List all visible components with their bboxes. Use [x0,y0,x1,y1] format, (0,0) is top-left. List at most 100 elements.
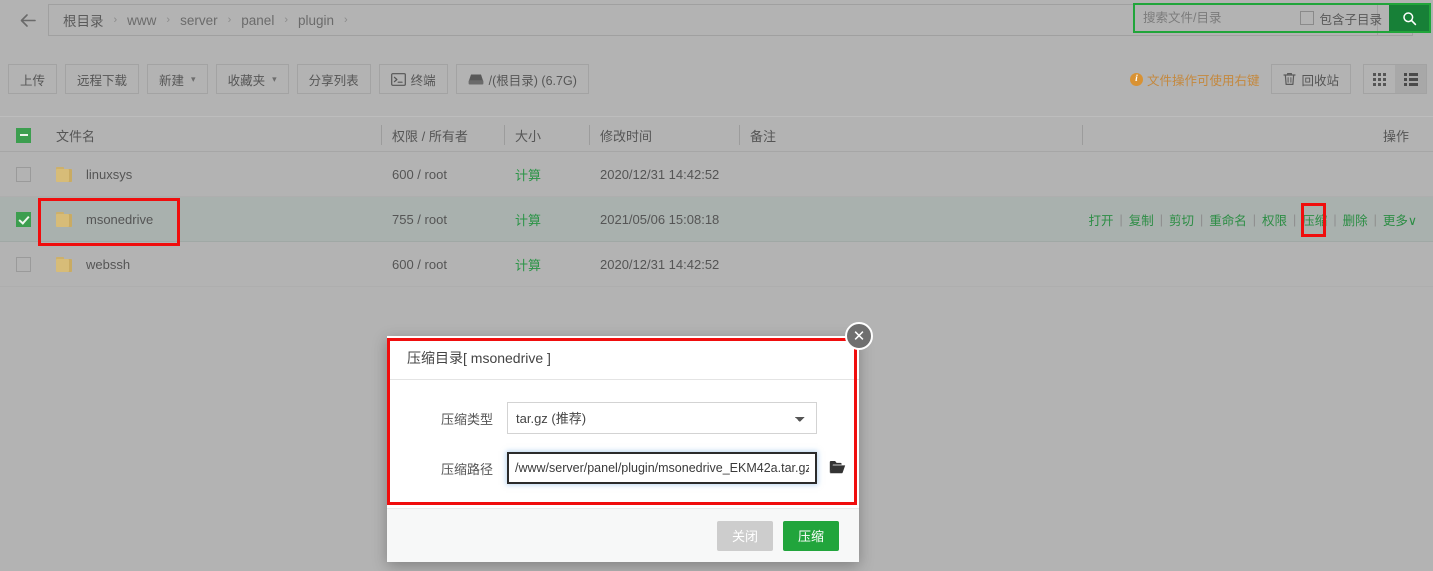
trash-icon [1283,73,1297,85]
favorites-label: 收藏夹 [227,73,266,88]
row-file-name[interactable]: msonedrive [86,197,153,242]
compress-type-select[interactable]: tar.gz (推荐) [507,402,817,434]
row-permission: 755 / root [392,212,447,227]
compress-submit-button[interactable]: 压缩 [783,520,839,551]
search-input[interactable] [1135,5,1299,31]
select-all-checkbox[interactable] [16,127,31,143]
row-checkbox-wrap [16,197,31,242]
column-header-ops: 操作 [1382,128,1409,144]
folder-open-icon[interactable] [829,460,846,477]
row-checkbox-wrap [16,152,31,197]
new-label: 新建 [159,73,185,88]
row-size-calc-link[interactable]: 计算 [515,152,541,197]
chevron-down-icon: ▾ [191,73,196,84]
compress-path-input[interactable] [507,452,817,484]
row-checkbox[interactable] [16,257,31,272]
column-divider [1082,125,1083,145]
include-subdir-toggle[interactable]: 包含子目录 [1298,5,1389,31]
breadcrumb-separator: › [227,14,232,26]
table-row[interactable]: linuxsys 600 / root 计算 2020/12/31 14:42:… [0,152,1433,197]
breadcrumb-item-1[interactable]: www [127,13,156,28]
compress-path-row: 压缩路径 [387,452,859,484]
list-view-icon[interactable] [1395,65,1426,93]
disk-usage-button[interactable]: /(根目录) (6.7G) [455,64,589,94]
row-checkbox[interactable] [16,212,31,227]
table-row[interactable]: webssh 600 / root 计算 2020/12/31 14:42:52 [0,242,1433,287]
favorites-button[interactable]: 收藏夹 ▾ [215,64,289,94]
column-header-size[interactable]: 大小 [515,117,541,153]
row-folder-icon-wrap [56,197,76,242]
row-checkbox[interactable] [16,167,31,182]
row-action-open[interactable]: 打开 [1082,210,1119,229]
back-icon[interactable] [8,4,48,36]
terminal-button[interactable]: 终端 [378,64,448,94]
row-action-more-label: 更多 [1382,214,1408,228]
row-mtime: 2021/05/06 15:08:18 [600,212,720,227]
new-button[interactable]: 新建 ▾ [147,64,208,94]
breadcrumb-separator: › [344,14,348,26]
row-action-more[interactable]: 更多∨ [1377,210,1423,229]
row-action-delete[interactable]: 删除 [1337,210,1374,229]
share-list-button[interactable]: 分享列表 [296,64,371,94]
row-checkbox-wrap [16,242,31,287]
row-action-rename[interactable]: 重命名 [1203,210,1253,229]
terminal-icon [390,72,406,86]
row-action-copy[interactable]: 复制 [1123,210,1160,229]
compress-path-label: 压缩路径 [440,461,493,477]
dialog-footer: 关闭 压缩 [387,508,859,562]
column-header-note[interactable]: 备注 [750,117,776,153]
row-action-permission[interactable]: 权限 [1256,210,1293,229]
folder-icon [56,211,76,228]
folder-icon [56,166,76,183]
folder-icon [56,256,76,273]
row-action-cut[interactable]: 剪切 [1163,210,1200,229]
compress-dialog: ✕ 压缩目录[ msonedrive ] 压缩类型 tar.gz (推荐) 压缩… [387,322,873,562]
breadcrumb-item-2[interactable]: server [180,13,218,28]
column-divider [739,125,740,145]
compress-type-label: 压缩类型 [440,411,493,427]
row-action-links: 打开 | 复制 | 剪切 | 重命名 | 权限 | 压缩 | 删除 | 更多∨ [1082,197,1423,242]
terminal-label: 终端 [410,73,436,88]
dialog-title: 压缩目录[ msonedrive ] [387,336,859,380]
row-mtime: 2020/12/31 14:42:52 [600,167,720,182]
cancel-button[interactable]: 关闭 [717,520,773,551]
file-table-header: 文件名 权限 / 所有者 大小 修改时间 备注 操作 [0,116,1433,152]
list-glyph [1403,72,1418,86]
breadcrumb-item-0[interactable]: 根目录 [63,10,104,30]
column-header-name[interactable]: 文件名 [56,117,95,153]
include-subdir-checkbox[interactable] [1300,11,1315,25]
row-file-name[interactable]: webssh [86,242,130,287]
row-size-calc-link[interactable]: 计算 [515,197,541,242]
recycle-bin-button[interactable]: 回收站 [1271,64,1351,94]
share-list-label: 分享列表 [308,73,359,88]
close-icon[interactable]: ✕ [845,322,873,350]
row-action-compress[interactable]: 压缩 [1296,210,1333,229]
right-click-hint: i 文件操作可使用右键 [1129,70,1259,89]
column-divider [381,125,382,145]
column-header-mtime[interactable]: 修改时间 [600,117,652,153]
breadcrumb-item-4[interactable]: plugin [298,13,334,28]
chevron-down-icon: ∨ [1407,214,1417,228]
row-file-name[interactable]: linuxsys [86,152,132,197]
row-mtime: 2020/12/31 14:42:52 [600,257,720,272]
row-size-calc-link[interactable]: 计算 [515,242,541,287]
search-button[interactable] [1389,5,1429,31]
search-icon [1402,11,1416,25]
upload-button[interactable]: 上传 [8,64,58,94]
row-folder-icon-wrap [56,152,76,197]
view-toggle [1363,64,1427,94]
remote-download-button[interactable]: 远程下载 [65,64,140,94]
column-header-permission[interactable]: 权限 / 所有者 [392,117,468,153]
chevron-down-icon: ▾ [272,73,277,84]
upload-label: 上传 [20,73,46,88]
compress-type-row: 压缩类型 tar.gz (推荐) [387,402,859,434]
grid-view-icon[interactable] [1364,65,1395,93]
row-folder-icon-wrap [56,242,76,287]
table-row[interactable]: msonedrive 755 / root 计算 2021/05/06 15:0… [0,197,1433,242]
row-permission: 600 / root [392,167,447,182]
select-all-checkbox-wrap [16,117,31,153]
toolbar-right: i 文件操作可使用右键 回收站 [1129,64,1427,94]
disk-usage-label: /(根目录) (6.7G) [488,73,577,88]
breadcrumb-separator: › [284,14,288,26]
breadcrumb-item-3[interactable]: panel [241,13,274,28]
